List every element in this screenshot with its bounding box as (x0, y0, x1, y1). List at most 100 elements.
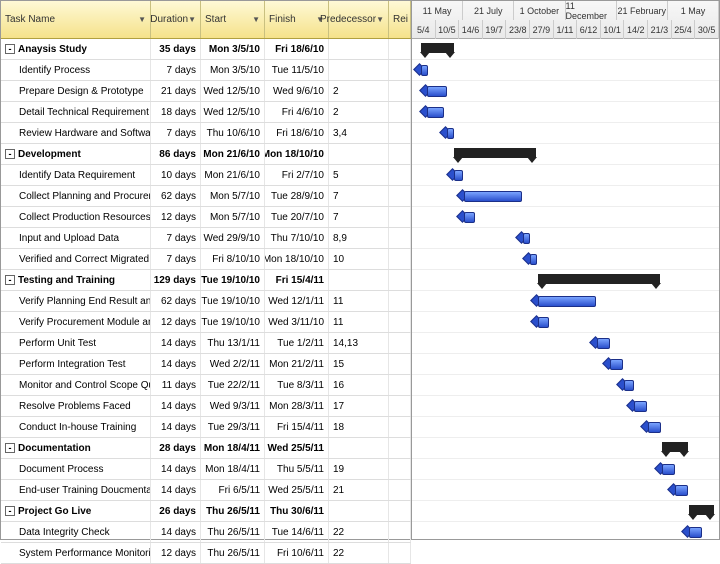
duration-cell[interactable]: 12 days (151, 207, 201, 227)
task-name-cell[interactable]: -Project Go Live (1, 501, 151, 521)
rei-cell[interactable] (389, 207, 411, 227)
table-row[interactable]: -Anaysis Study35 daysMon 3/5/10Fri 18/6/… (1, 39, 411, 60)
table-row[interactable]: End-user Training Doucmentation14 daysFr… (1, 480, 411, 501)
col-header-start[interactable]: Start▼ (201, 1, 265, 38)
task-bar[interactable] (421, 65, 428, 76)
table-row[interactable]: Collect Planning and Procurement Data62 … (1, 186, 411, 207)
duration-cell[interactable]: 62 days (151, 186, 201, 206)
col-header-task[interactable]: Task Name▼ (1, 1, 151, 38)
rei-cell[interactable] (389, 291, 411, 311)
task-name-cell[interactable]: Prepare Design & Prototype (1, 81, 151, 101)
duration-cell[interactable]: 7 days (151, 228, 201, 248)
finish-cell[interactable]: Tue 14/6/11 (265, 522, 329, 542)
task-bar[interactable] (662, 464, 675, 475)
predecessor-cell[interactable]: 15 (329, 354, 389, 374)
task-bar[interactable] (689, 527, 702, 538)
finish-cell[interactable]: Thu 7/10/10 (265, 228, 329, 248)
task-bar[interactable] (454, 170, 463, 181)
table-row[interactable]: -Development86 daysMon 21/6/10Mon 18/10/… (1, 144, 411, 165)
duration-cell[interactable]: 14 days (151, 522, 201, 542)
task-name-cell[interactable]: Review Hardware and Software (1, 123, 151, 143)
task-bar[interactable] (464, 212, 475, 223)
task-name-cell[interactable]: End-user Training Doucmentation (1, 480, 151, 500)
task-name-cell[interactable]: Verify Planning End Result and Schedule (1, 291, 151, 311)
rei-cell[interactable] (389, 501, 411, 521)
rei-cell[interactable] (389, 144, 411, 164)
start-cell[interactable]: Thu 13/1/11 (201, 333, 265, 353)
start-cell[interactable]: Wed 9/3/11 (201, 396, 265, 416)
task-bar[interactable] (597, 338, 610, 349)
rei-cell[interactable] (389, 354, 411, 374)
table-row[interactable]: -Project Go Live26 daysThu 26/5/11Thu 30… (1, 501, 411, 522)
finish-cell[interactable]: Fri 15/4/11 (265, 417, 329, 437)
predecessor-cell[interactable] (329, 270, 389, 290)
finish-cell[interactable]: Mon 18/10/10 (265, 249, 329, 269)
predecessor-cell[interactable]: 7 (329, 207, 389, 227)
duration-cell[interactable]: 21 days (151, 81, 201, 101)
finish-cell[interactable]: Tue 1/2/11 (265, 333, 329, 353)
duration-cell[interactable]: 11 days (151, 375, 201, 395)
collapse-toggle[interactable]: - (5, 149, 15, 159)
task-bar[interactable] (675, 485, 688, 496)
table-row[interactable]: Verify Procurement Module and Cost End R… (1, 312, 411, 333)
collapse-toggle[interactable]: - (5, 44, 15, 54)
start-cell[interactable]: Tue 22/2/11 (201, 375, 265, 395)
finish-cell[interactable]: Fri 18/6/10 (265, 39, 329, 59)
finish-cell[interactable]: Tue 20/7/10 (265, 207, 329, 227)
rei-cell[interactable] (389, 543, 411, 563)
collapse-toggle[interactable]: - (5, 275, 15, 285)
predecessor-cell[interactable] (329, 501, 389, 521)
table-row[interactable]: -Documentation28 daysMon 18/4/11Wed 25/5… (1, 438, 411, 459)
start-cell[interactable]: Fri 8/10/10 (201, 249, 265, 269)
table-row[interactable]: Document Process14 daysMon 18/4/11Thu 5/… (1, 459, 411, 480)
predecessor-cell[interactable]: 22 (329, 522, 389, 542)
task-name-cell[interactable]: Collect Production Resources Data (1, 207, 151, 227)
start-cell[interactable]: Mon 3/5/10 (201, 60, 265, 80)
task-name-cell[interactable]: Verified and Correct Migrated Data (1, 249, 151, 269)
start-cell[interactable]: Fri 6/5/11 (201, 480, 265, 500)
predecessor-cell[interactable]: 17 (329, 396, 389, 416)
start-cell[interactable]: Mon 21/6/10 (201, 165, 265, 185)
rei-cell[interactable] (389, 102, 411, 122)
rei-cell[interactable] (389, 480, 411, 500)
task-name-cell[interactable]: Data Integrity Check (1, 522, 151, 542)
task-bar[interactable] (634, 401, 647, 412)
finish-cell[interactable]: Tue 8/3/11 (265, 375, 329, 395)
duration-cell[interactable]: 129 days (151, 270, 201, 290)
start-cell[interactable]: Mon 5/7/10 (201, 186, 265, 206)
finish-cell[interactable]: Wed 9/6/10 (265, 81, 329, 101)
task-bar[interactable] (538, 296, 596, 307)
rei-cell[interactable] (389, 438, 411, 458)
predecessor-cell[interactable] (329, 438, 389, 458)
rei-cell[interactable] (389, 123, 411, 143)
col-header-duration[interactable]: Duration▼ (151, 1, 201, 38)
duration-cell[interactable]: 35 days (151, 39, 201, 59)
rei-cell[interactable] (389, 81, 411, 101)
summary-bar[interactable] (454, 148, 536, 158)
duration-cell[interactable]: 14 days (151, 354, 201, 374)
finish-cell[interactable]: Wed 25/5/11 (265, 480, 329, 500)
task-name-cell[interactable]: Monitor and Control Scope Quality Time a… (1, 375, 151, 395)
start-cell[interactable]: Wed 12/5/10 (201, 102, 265, 122)
rei-cell[interactable] (389, 165, 411, 185)
duration-cell[interactable]: 14 days (151, 459, 201, 479)
predecessor-cell[interactable]: 14,13 (329, 333, 389, 353)
start-cell[interactable]: Mon 18/4/11 (201, 438, 265, 458)
predecessor-cell[interactable]: 10 (329, 249, 389, 269)
predecessor-cell[interactable]: 16 (329, 375, 389, 395)
finish-cell[interactable]: Mon 18/10/10 (265, 144, 329, 164)
finish-cell[interactable]: Wed 25/5/11 (265, 438, 329, 458)
start-cell[interactable]: Tue 19/10/10 (201, 270, 265, 290)
predecessor-cell[interactable] (329, 39, 389, 59)
task-bar[interactable] (538, 317, 549, 328)
duration-cell[interactable]: 14 days (151, 417, 201, 437)
task-name-cell[interactable]: -Documentation (1, 438, 151, 458)
table-row[interactable]: Identify Data Requirement10 daysMon 21/6… (1, 165, 411, 186)
collapse-toggle[interactable]: - (5, 443, 15, 453)
task-name-cell[interactable]: Verify Procurement Module and Cost End R… (1, 312, 151, 332)
start-cell[interactable]: Mon 18/4/11 (201, 459, 265, 479)
start-cell[interactable]: Mon 3/5/10 (201, 39, 265, 59)
task-bar[interactable] (464, 191, 522, 202)
rei-cell[interactable] (389, 249, 411, 269)
task-name-cell[interactable]: Conduct In-house Training (1, 417, 151, 437)
